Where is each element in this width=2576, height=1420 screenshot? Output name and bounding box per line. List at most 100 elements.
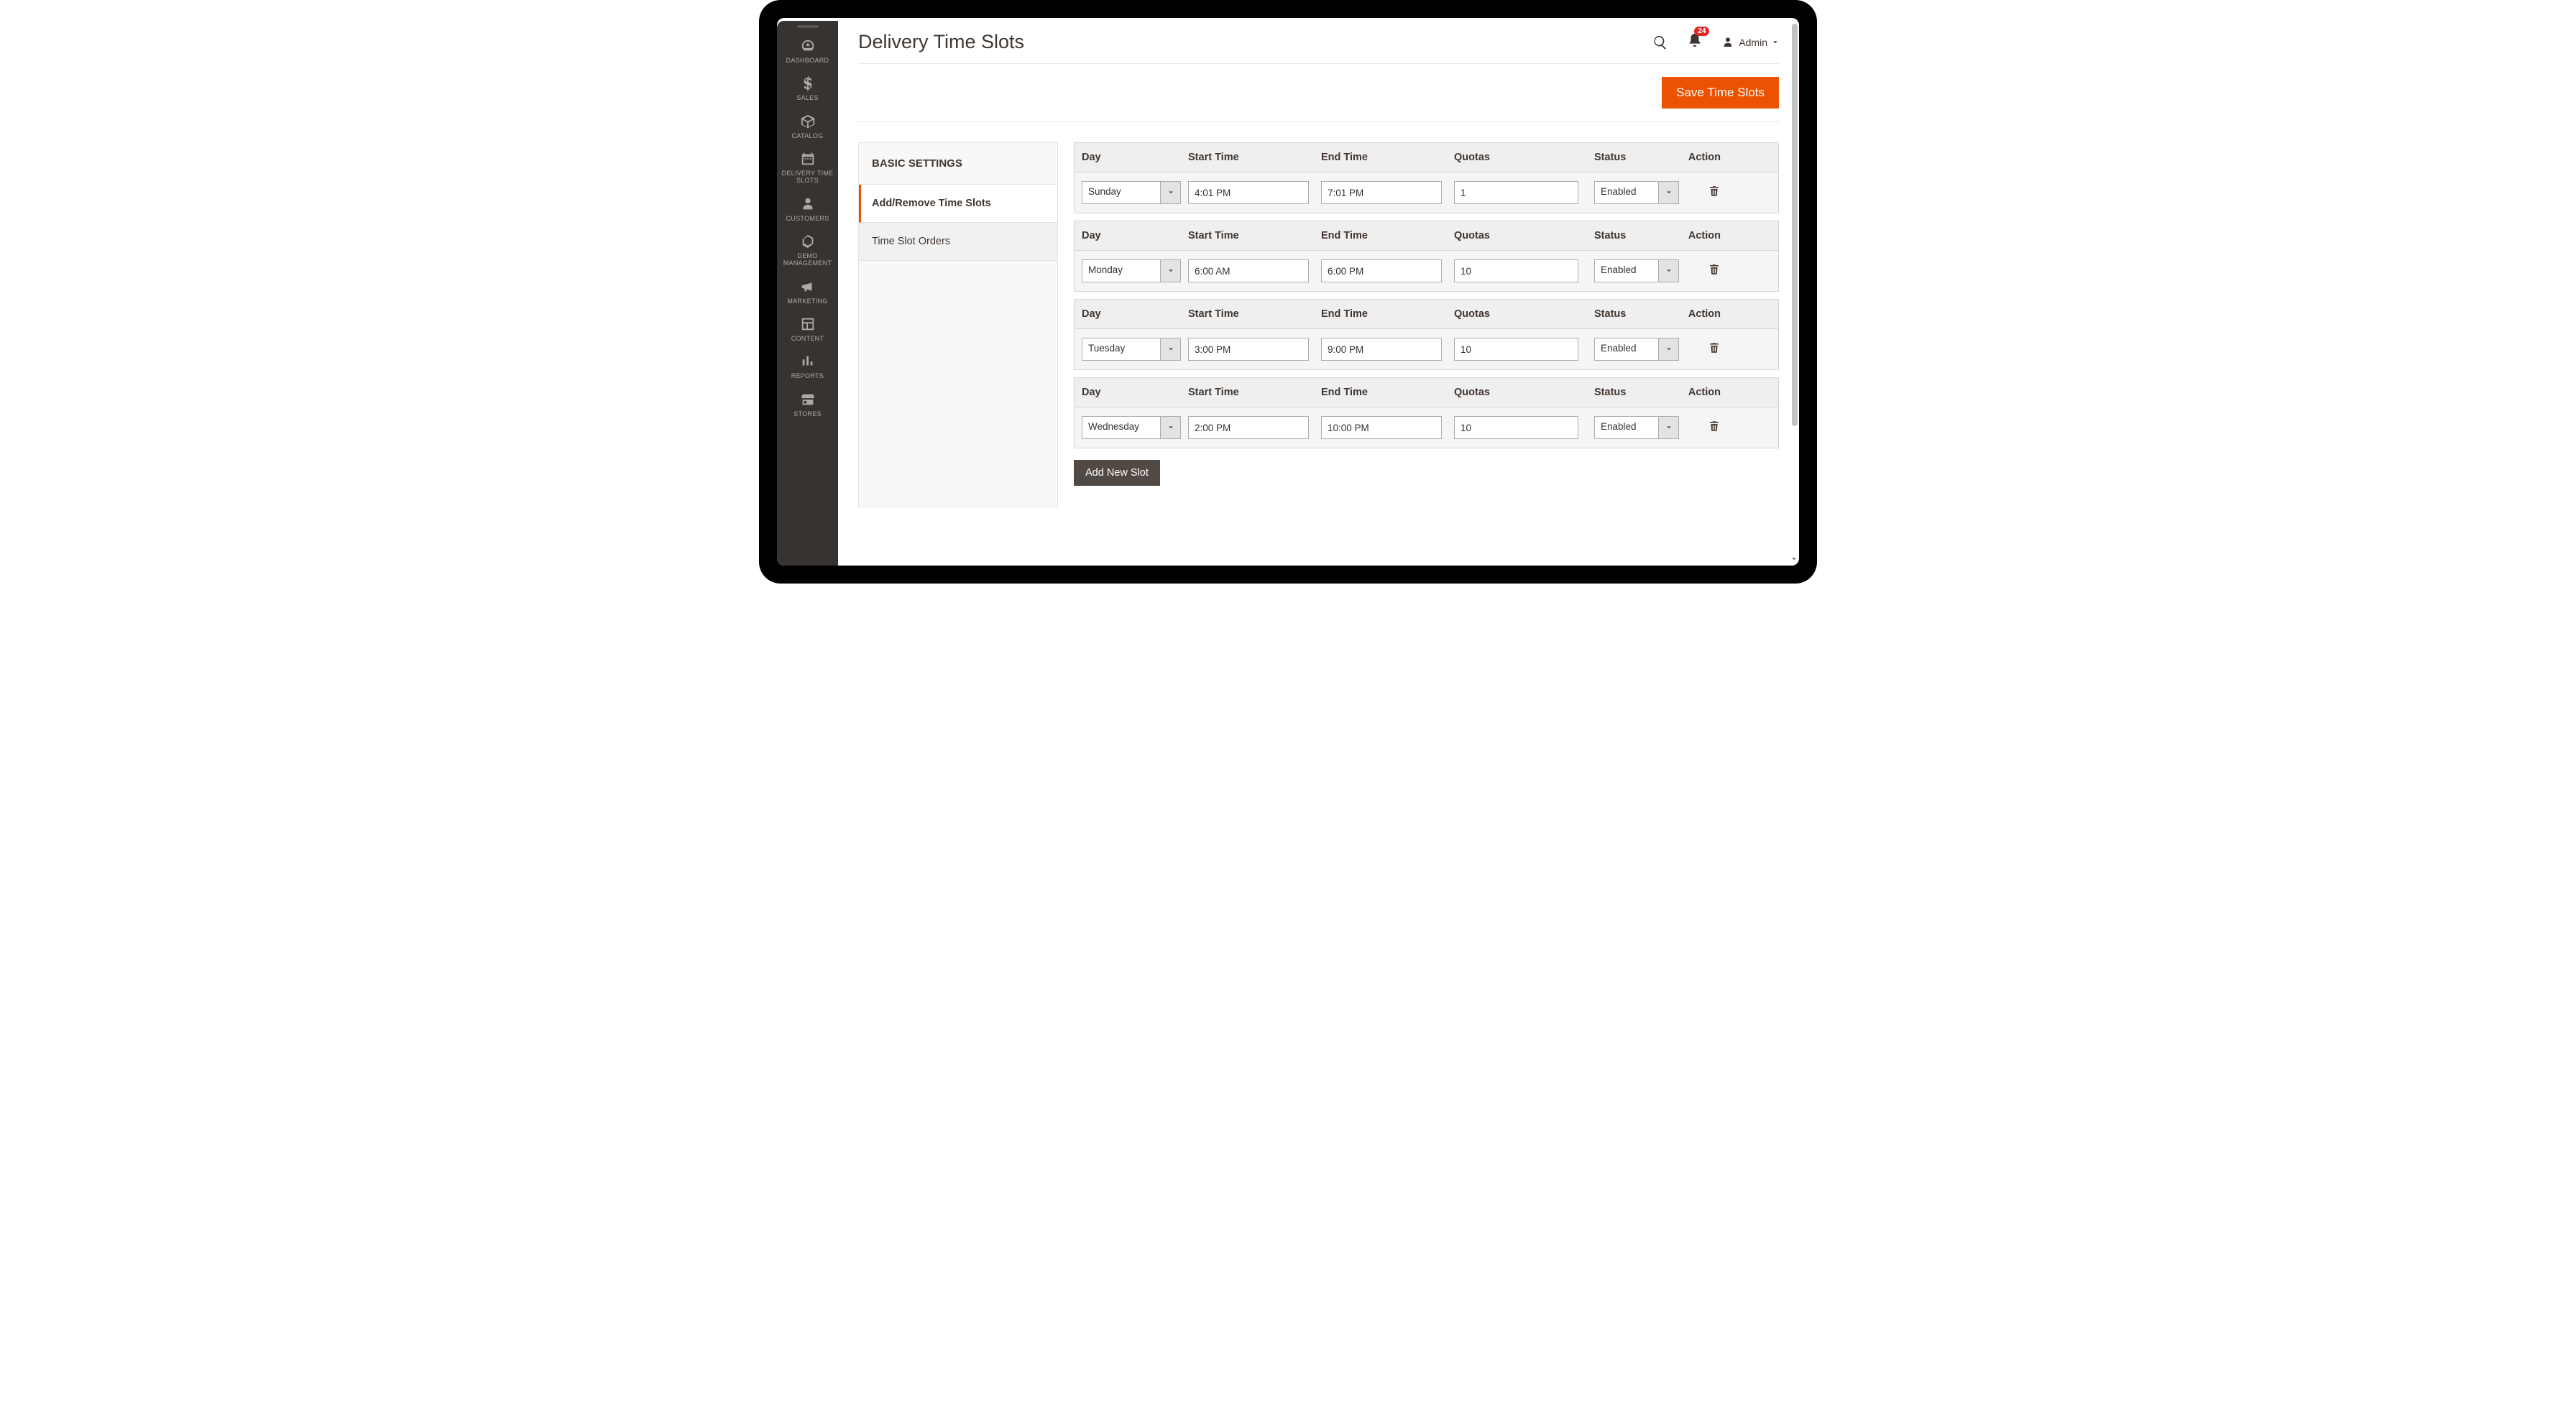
megaphone-icon [800,279,816,295]
sidebar-label: REPORTS [791,372,824,379]
toolbar: Save Time Slots [858,63,1779,122]
end-time-input[interactable] [1321,416,1442,439]
settings-panel-title: BASIC SETTINGS [859,143,1057,185]
day-value: Wednesday [1082,417,1160,438]
col-header-end: End Time [1321,152,1454,163]
settings-item-add-remove[interactable]: Add/Remove Time Slots [859,185,1057,223]
status-select[interactable]: Enabled [1594,181,1679,204]
box-icon [800,114,816,129]
sidebar-label: DEMO MANAGEMENT [778,252,837,267]
chevron-down-icon [1160,182,1180,203]
add-new-slot-button[interactable]: Add New Slot [1074,460,1160,486]
sidebar-label: MARKETING [787,298,827,305]
sidebar-item-content[interactable]: CONTENT [777,310,838,348]
quotas-input[interactable] [1454,338,1578,361]
start-time-input[interactable] [1188,416,1309,439]
scrollbar[interactable] [1789,21,1798,563]
day-value: Tuesday [1082,338,1160,360]
table-header-row: Day Start Time End Time Quotas Status Ac… [1075,221,1778,251]
col-header-status: Status [1594,230,1686,241]
chevron-down-icon [1658,338,1678,360]
search-icon[interactable] [1652,34,1668,50]
sidebar-item-catalog[interactable]: CATALOG [777,108,838,145]
day-select[interactable]: Wednesday [1082,416,1181,439]
page-title: Delivery Time Slots [858,31,1024,53]
col-header-status: Status [1594,152,1686,163]
trash-icon [1708,263,1721,276]
notifications-button[interactable]: 24 [1687,32,1703,52]
calendar-icon [800,151,816,167]
chevron-down-icon [1160,417,1180,438]
start-time-input[interactable] [1188,181,1309,204]
user-icon [1721,36,1734,49]
start-time-input[interactable] [1188,338,1309,361]
col-header-start: Start Time [1188,308,1321,320]
table-row: Sunday Enabled [1075,172,1778,213]
day-select[interactable]: Tuesday [1082,338,1181,361]
sidebar-handle [797,25,819,28]
table-header-row: Day Start Time End Time Quotas Status Ac… [1075,143,1778,172]
sidebar-item-delivery-time-slots[interactable]: DELIVERY TIME SLOTS [777,145,838,190]
scrollbar-thumb[interactable] [1792,24,1798,426]
start-time-input[interactable] [1188,259,1309,282]
end-time-input[interactable] [1321,181,1442,204]
col-header-quotas: Quotas [1454,308,1594,320]
col-header-action: Action [1686,308,1721,320]
day-select[interactable]: Monday [1082,259,1181,282]
delete-slot-button[interactable] [1708,263,1721,276]
quotas-input[interactable] [1454,259,1578,282]
table-row: Monday Enabled [1075,251,1778,291]
layout-icon [800,316,816,332]
sidebar-item-stores[interactable]: STORES [777,386,838,423]
chevron-down-icon [1160,338,1180,360]
sidebar-label: CATALOG [792,132,824,139]
col-header-action: Action [1686,152,1721,163]
sidebar-item-dashboard[interactable]: DASHBOARD [777,32,838,70]
col-header-status: Status [1594,308,1686,320]
status-select[interactable]: Enabled [1594,259,1679,282]
quotas-input[interactable] [1454,181,1578,204]
status-value: Enabled [1595,338,1658,360]
sidebar-item-demo-management[interactable]: DEMO MANAGEMENT [777,228,838,273]
sidebar-item-reports[interactable]: REPORTS [777,348,838,385]
col-header-end: End Time [1321,387,1454,398]
trash-icon [1708,185,1721,198]
status-value: Enabled [1595,417,1658,438]
end-time-input[interactable] [1321,259,1442,282]
col-header-day: Day [1082,152,1188,163]
chevron-down-icon [1160,260,1180,282]
user-name: Admin [1739,37,1767,48]
time-slot-block: Day Start Time End Time Quotas Status Ac… [1074,299,1779,370]
sidebar-item-marketing[interactable]: MARKETING [777,273,838,310]
quotas-input[interactable] [1454,416,1578,439]
save-time-slots-button[interactable]: Save Time Slots [1662,77,1779,109]
delete-slot-button[interactable] [1708,185,1721,198]
header-actions: 24 Admin [1652,32,1779,52]
delete-slot-button[interactable] [1708,341,1721,354]
dollar-icon [800,75,816,91]
delete-slot-button[interactable] [1708,420,1721,433]
sidebar-label: CUSTOMERS [786,215,829,222]
notification-badge: 24 [1694,27,1709,36]
user-menu[interactable]: Admin [1721,36,1779,49]
sidebar-item-customers[interactable]: CUSTOMERS [777,190,838,228]
table-row: Wednesday Enabled [1075,407,1778,448]
col-header-start: Start Time [1188,230,1321,241]
bars-icon [800,354,816,369]
table-header-row: Day Start Time End Time Quotas Status Ac… [1075,300,1778,329]
end-time-input[interactable] [1321,338,1442,361]
status-select[interactable]: Enabled [1594,338,1679,361]
col-header-start: Start Time [1188,387,1321,398]
settings-item-time-slot-orders[interactable]: Time Slot Orders [859,223,1057,261]
col-header-day: Day [1082,230,1188,241]
status-select[interactable]: Enabled [1594,416,1679,439]
chevron-down-icon [1658,260,1678,282]
sidebar-label: STORES [794,410,822,418]
time-slots-table: Day Start Time End Time Quotas Status Ac… [1074,142,1779,507]
day-select[interactable]: Sunday [1082,181,1181,204]
col-header-action: Action [1686,230,1721,241]
sidebar-item-sales[interactable]: SALES [777,70,838,107]
table-header-row: Day Start Time End Time Quotas Status Ac… [1075,378,1778,407]
time-slot-block: Day Start Time End Time Quotas Status Ac… [1074,142,1779,213]
person-icon [800,196,816,212]
